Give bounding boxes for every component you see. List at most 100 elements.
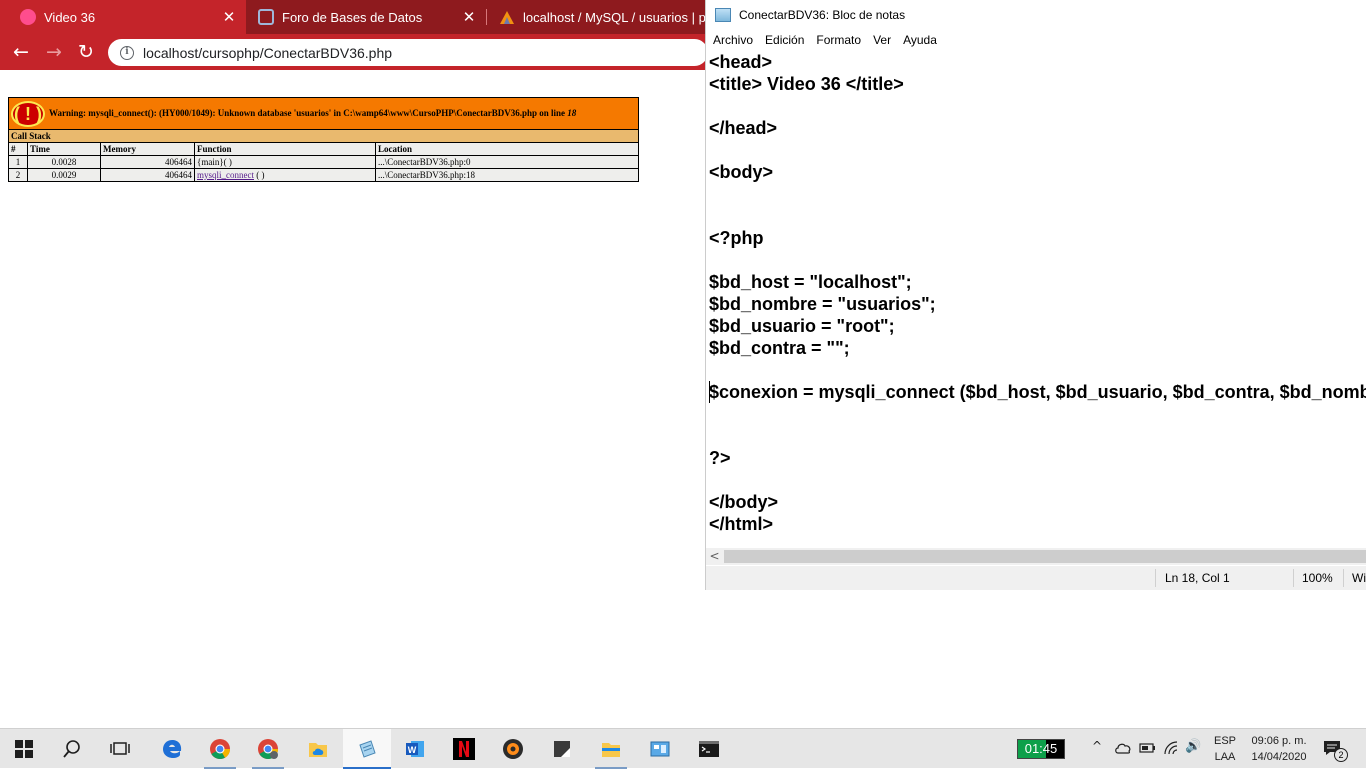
taskbar-music-player[interactable] — [489, 729, 537, 769]
code-line[interactable]: </html> — [709, 513, 1366, 535]
cell-num: 2 — [8, 168, 28, 182]
code-line[interactable]: $bd_nombre = "usuarios"; — [709, 293, 1366, 315]
function-doc-link[interactable]: mysqli_connect — [197, 170, 254, 180]
code-line[interactable]: ?> — [709, 447, 1366, 469]
cell-function: mysqli_connect ( ) — [194, 168, 376, 182]
menu-archivo[interactable]: Archivo — [713, 33, 753, 47]
line-ending: Wi — [1352, 571, 1366, 585]
tab-video-36[interactable]: Video 36 ✕ — [0, 0, 246, 34]
info-icon[interactable]: i — [120, 45, 134, 60]
code-line[interactable]: </head> — [709, 117, 1366, 139]
menu-ayuda[interactable]: Ayuda — [903, 33, 937, 47]
tab-phpmyadmin[interactable]: localhost / MySQL / usuarios | ph — [486, 0, 705, 34]
browser-tab-bar: Video 36 ✕ Foro de Bases de Datos ✕ loca… — [0, 0, 705, 34]
snip-icon — [554, 741, 570, 757]
chrome-icon — [210, 739, 231, 760]
taskbar-control-panel[interactable] — [636, 729, 684, 769]
notification-count: 2 — [1334, 748, 1348, 762]
code-line[interactable] — [709, 183, 1366, 205]
taskbar-netflix[interactable] — [440, 729, 488, 769]
task-view-button[interactable] — [96, 729, 144, 769]
tab-title: localhost / MySQL / usuarios | ph — [523, 9, 705, 25]
cell-time: 0.0029 — [27, 168, 101, 182]
show-hidden-icons-chevron-icon[interactable]: ^ — [1092, 739, 1102, 753]
search-button[interactable] — [48, 729, 96, 769]
taskbar-snipping-tool[interactable] — [538, 729, 586, 769]
tab-title: Video 36 — [44, 9, 96, 25]
code-line[interactable]: $conexion = mysqli_connect ($bd_host, $b… — [709, 381, 1366, 403]
status-separator — [1343, 569, 1344, 587]
code-line[interactable] — [709, 359, 1366, 381]
table-header-row: # Time Memory Function Location — [8, 142, 639, 156]
action-center-button[interactable]: 2 — [1322, 739, 1348, 762]
text-caret — [709, 381, 710, 403]
scrollbar-thumb[interactable] — [724, 550, 1366, 563]
notepad-status-bar: Ln 18, Col 1 100% Wi — [706, 566, 1366, 590]
tab-foro-bases-datos[interactable]: Foro de Bases de Datos ✕ — [238, 0, 486, 34]
code-line[interactable] — [709, 403, 1366, 425]
code-line[interactable]: <head> — [709, 51, 1366, 73]
table-row: 2 0.0029 406464 mysqli_connect ( ) ...\C… — [8, 168, 639, 182]
notepad-text-area[interactable]: <head> <title> Video 36 </title> </head> <b… — [706, 51, 1366, 548]
code-text[interactable]: <head> <title> Video 36 </title> </head> <b… — [709, 51, 1366, 535]
back-arrow-icon[interactable]: ← — [9, 40, 33, 64]
wifi-icon[interactable] — [1163, 740, 1180, 756]
taskbar-edge[interactable] — [148, 729, 196, 769]
language-indicator[interactable]: ESP LAA — [1213, 733, 1237, 765]
start-button[interactable] — [0, 729, 48, 769]
notepad-title: ConectarBDV36: Bloc de notas — [739, 8, 906, 22]
code-line[interactable] — [709, 205, 1366, 227]
clock-date: 14/04/2020 — [1251, 751, 1307, 763]
taskbar-terminal[interactable] — [685, 729, 733, 769]
forward-arrow-icon[interactable]: → — [42, 40, 66, 64]
code-line[interactable] — [709, 249, 1366, 271]
code-line[interactable]: <title> Video 36 </title> — [709, 73, 1366, 95]
onedrive-cloud-icon[interactable] — [1114, 741, 1132, 755]
search-icon — [63, 740, 80, 758]
col-function-header: Function — [194, 142, 376, 156]
code-line[interactable]: <?php — [709, 227, 1366, 249]
taskbar-chrome-profile[interactable] — [244, 729, 292, 769]
menu-edicion[interactable]: Edición — [765, 33, 804, 47]
notepad-title-bar[interactable]: ConectarBDV36: Bloc de notas — [706, 0, 1366, 30]
menu-ver[interactable]: Ver — [873, 33, 891, 47]
taskbar-word[interactable]: W — [391, 729, 439, 769]
taskbar-onedrive-folder[interactable] — [294, 729, 342, 769]
code-line[interactable]: </body> — [709, 491, 1366, 513]
col-time-header: Time — [27, 142, 101, 156]
call-stack-header: Call Stack — [8, 129, 639, 143]
horizontal-scrollbar[interactable]: < — [706, 548, 1366, 565]
warning-row: ( ! ) Warning: mysqli_connect(): (HY000/1… — [8, 97, 639, 130]
menu-formato[interactable]: Formato — [816, 33, 861, 47]
tab-close-icon[interactable]: ✕ — [220, 8, 238, 26]
music-disc-icon — [503, 739, 523, 759]
tab-close-icon[interactable]: ✕ — [460, 8, 478, 26]
timer-widget[interactable]: 01:45 — [1017, 739, 1065, 759]
volume-icon[interactable]: 🔊 — [1185, 739, 1201, 754]
code-line[interactable] — [709, 469, 1366, 491]
cell-time: 0.0028 — [27, 155, 101, 169]
url-text[interactable]: localhost/cursophp/ConectarBDV36.php — [143, 45, 392, 61]
code-line[interactable] — [709, 95, 1366, 117]
code-line[interactable]: $bd_usuario = "root"; — [709, 315, 1366, 337]
phpmyadmin-favicon-icon — [499, 9, 515, 25]
browser-toolbar: ← → ↻ i localhost/cursophp/ConectarBDV36… — [0, 34, 708, 70]
scroll-left-arrow-icon[interactable]: < — [706, 548, 723, 565]
code-line[interactable] — [709, 139, 1366, 161]
code-line[interactable]: $bd_contra = ""; — [709, 337, 1366, 359]
system-clock[interactable]: 09:06 p. m. 14/04/2020 — [1244, 733, 1314, 765]
code-line[interactable]: $bd_host = "localhost"; — [709, 271, 1366, 293]
tab-favicon-icon — [20, 9, 36, 25]
address-bar[interactable]: i localhost/cursophp/ConectarBDV36.php — [108, 39, 708, 66]
code-line[interactable]: <body> — [709, 161, 1366, 183]
code-line[interactable] — [709, 425, 1366, 447]
taskbar-chrome[interactable] — [196, 729, 244, 769]
battery-icon[interactable] — [1139, 742, 1156, 754]
taskbar-notepad[interactable] — [343, 729, 391, 769]
cell-memory: 406464 — [100, 155, 195, 169]
taskbar-file-explorer[interactable] — [587, 729, 635, 769]
reload-icon[interactable]: ↻ — [74, 40, 98, 64]
netflix-icon — [453, 738, 475, 760]
notepad-menu-bar: Archivo Edición Formato Ver Ayuda — [706, 30, 1366, 50]
clock-time: 09:06 p. m. — [1251, 735, 1307, 747]
